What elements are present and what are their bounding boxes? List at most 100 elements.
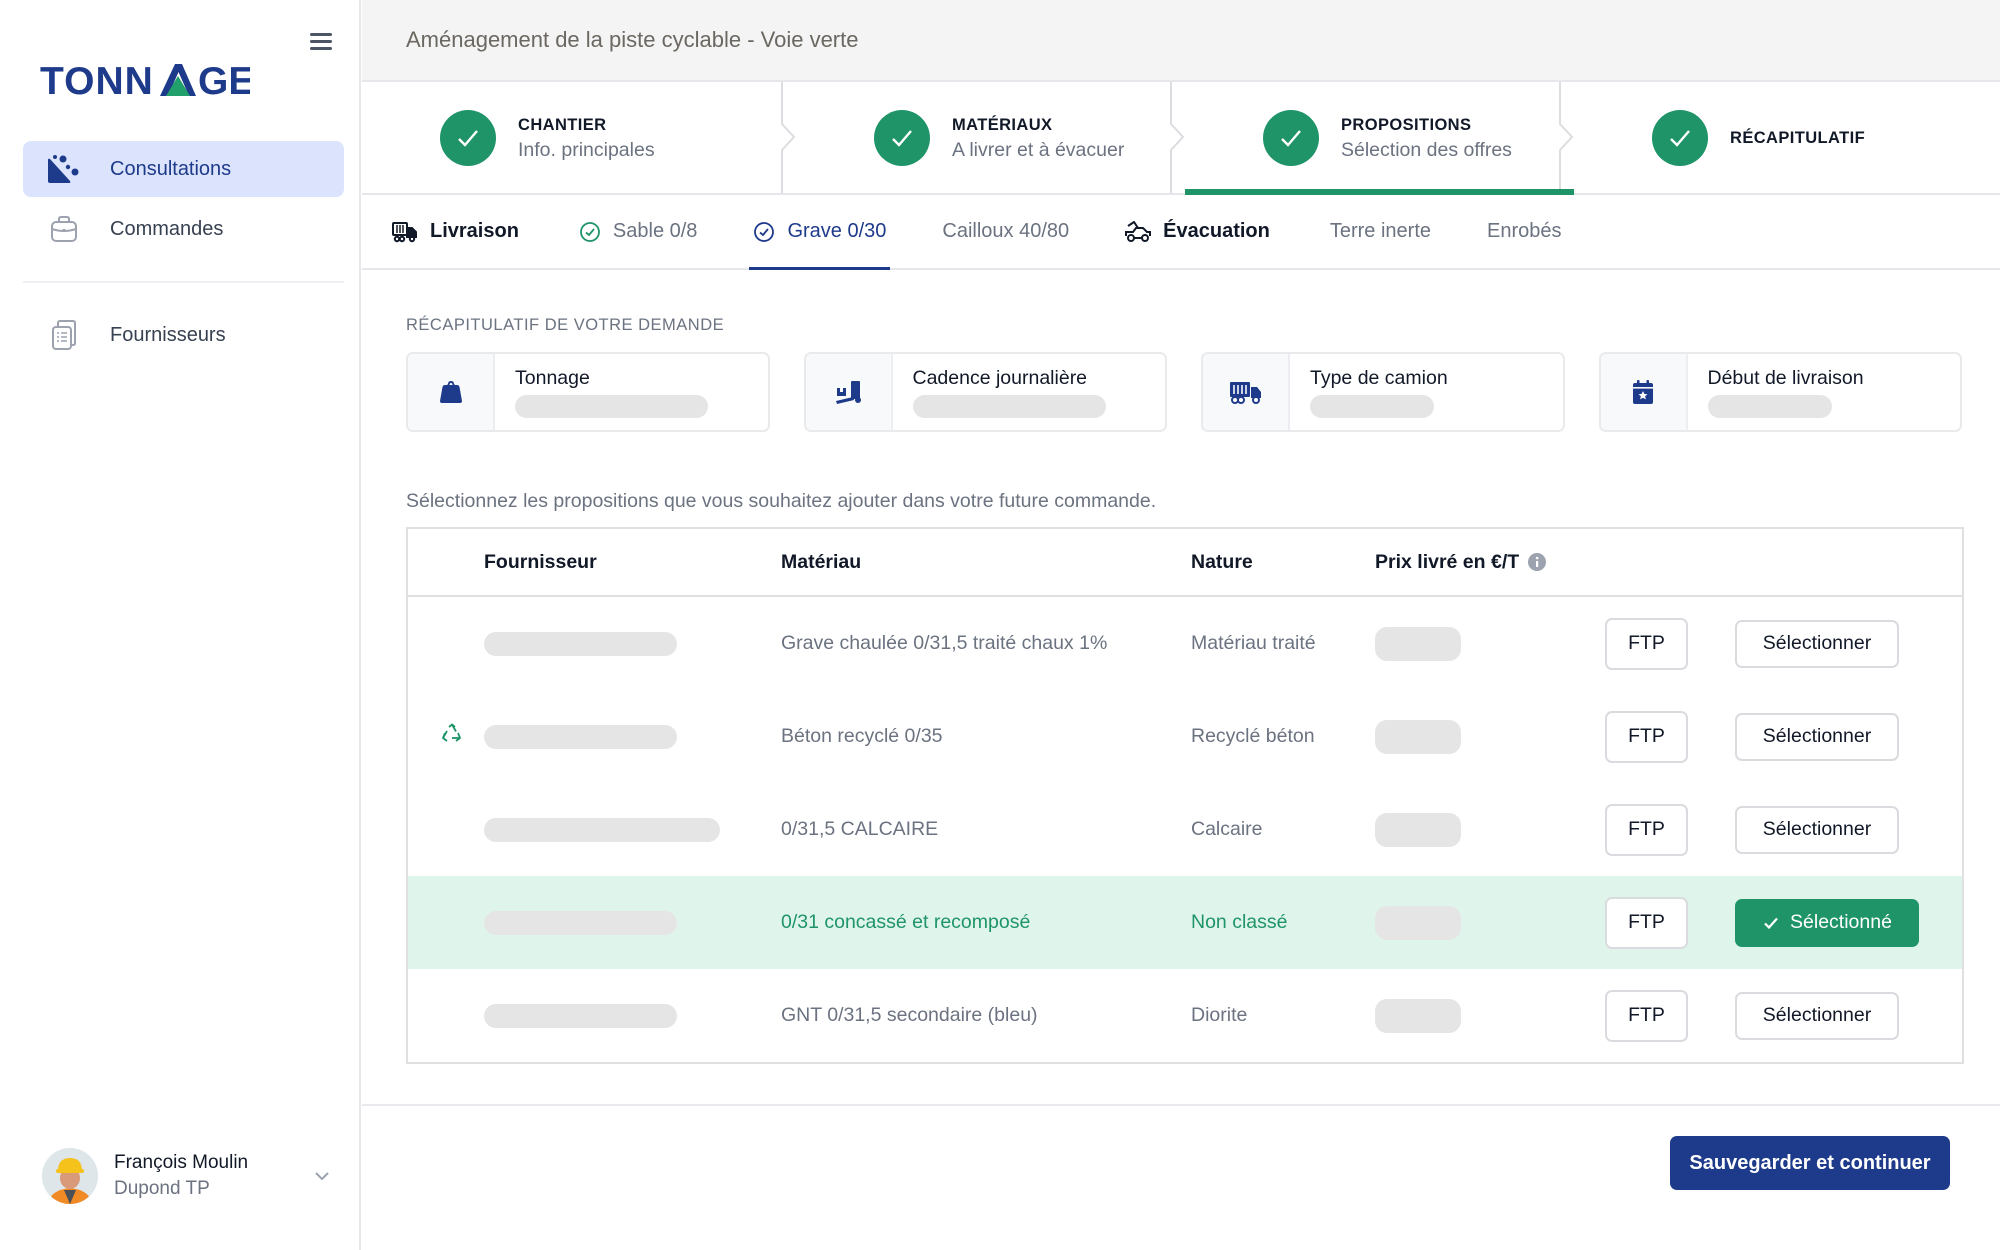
calendar-star-icon: [1600, 354, 1688, 430]
column-header-price: Prix livré en €/T: [1375, 551, 1605, 574]
tab-label: Évacuation: [1163, 220, 1270, 242]
sidebar-item-fournisseurs[interactable]: Fournisseurs: [23, 307, 344, 363]
summary-label: RÉCAPITULATIF DE VOTRE DEMANDE: [406, 316, 725, 334]
value-placeholder: [515, 395, 708, 418]
step-separator: [1170, 82, 1185, 193]
svg-text:GE: GE: [198, 60, 250, 100]
step-title: MATÉRIAUX: [952, 115, 1053, 134]
column-header-material: Matériau: [781, 550, 862, 573]
select-button[interactable]: Sélectionner: [1735, 712, 1899, 761]
tab-label: Grave 0/30: [787, 220, 887, 242]
check-icon: [1263, 109, 1319, 166]
material-cell: 0/31 concassé et recomposé: [781, 911, 1031, 933]
ftp-button[interactable]: FTP: [1605, 989, 1688, 1042]
user-menu[interactable]: François Moulin Dupond TP: [42, 1148, 332, 1204]
card-label: Début de livraison: [1707, 367, 1864, 389]
main-content: Aménagement de la piste cyclable - Voie …: [362, 0, 2000, 1250]
step-separator: [1559, 82, 1574, 193]
ftp-button[interactable]: FTP: [1605, 896, 1688, 949]
column-header-price-label: Prix livré en €/T: [1375, 550, 1520, 573]
table-row: 0/31,5 CALCAIRE Calcaire FTP Sélectionne…: [408, 783, 1962, 876]
tab-terre-inerte[interactable]: Terre inerte: [1326, 195, 1435, 268]
price-placeholder: [1375, 719, 1461, 754]
chevron-down-icon[interactable]: [312, 1166, 332, 1186]
menu-toggle-icon[interactable]: [308, 30, 334, 52]
briefcase-icon: [47, 212, 81, 246]
proposals-section: RÉCAPITULATIF DE VOTRE DEMANDE Tonnage C…: [362, 316, 2000, 1064]
step-materiaux[interactable]: MATÉRIAUX A livrer et à évacuer: [796, 82, 1185, 193]
footer: Sauvegarder et continuer: [362, 1104, 2000, 1250]
price-placeholder: [1375, 905, 1461, 940]
tab-evacuation: Évacuation: [1121, 195, 1274, 268]
card-label: Cadence journalière: [912, 367, 1088, 389]
sidebar-item-label: Commandes: [110, 217, 224, 240]
step-title: RÉCAPITULATIF: [1730, 128, 1866, 147]
summary-card-truck-type: Type de camion: [1201, 352, 1565, 432]
tab-label: Enrobés: [1487, 220, 1562, 242]
supplier-placeholder: [484, 724, 677, 749]
logo[interactable]: TONN GE: [40, 60, 254, 103]
sidebar: TONN GE Consultations Commandes Fourniss…: [0, 0, 361, 1250]
step-subtitle: Sélection des offres: [1341, 138, 1512, 161]
tab-sable[interactable]: Sable 0/8: [575, 195, 702, 268]
table-row: GNT 0/31,5 secondaire (bleu) Diorite FTP…: [408, 969, 1962, 1062]
weight-icon: [408, 354, 495, 430]
column-header-supplier: Fournisseur: [484, 550, 597, 573]
info-icon[interactable]: [1527, 552, 1547, 572]
delivery-truck-icon: [392, 221, 418, 243]
supplier-placeholder: [484, 817, 720, 842]
truck-icon: [1203, 354, 1290, 430]
sidebar-item-label: Consultations: [110, 157, 232, 180]
tab-enrobes[interactable]: Enrobés: [1483, 195, 1566, 268]
selected-button[interactable]: Sélectionné: [1735, 898, 1919, 947]
ftp-button[interactable]: FTP: [1605, 617, 1688, 670]
check-icon: [1764, 917, 1778, 929]
sidebar-nav: Consultations Commandes Fournisseurs: [23, 141, 344, 367]
table-row-selected: 0/31 concassé et recomposé Non classé FT…: [408, 876, 1962, 969]
material-cell: 0/31,5 CALCAIRE: [781, 818, 939, 840]
ftp-button[interactable]: FTP: [1605, 803, 1688, 856]
supplier-placeholder: [484, 910, 677, 935]
value-placeholder: [1310, 395, 1434, 418]
sidebar-item-commandes[interactable]: Commandes: [23, 201, 344, 257]
tab-label: Livraison: [430, 220, 519, 242]
supplier-placeholder: [484, 631, 677, 656]
value-placeholder: [1707, 395, 1832, 418]
summary-card-tonnage: Tonnage: [406, 352, 770, 432]
select-button[interactable]: Sélectionner: [1735, 991, 1899, 1040]
nature-cell: Diorite: [1191, 1004, 1248, 1026]
price-placeholder: [1375, 998, 1461, 1033]
check-icon: [1652, 109, 1708, 166]
table-row: Béton recyclé 0/35 Recyclé béton FTP Sél…: [408, 690, 1962, 783]
sidebar-divider: [23, 281, 344, 283]
summary-card-cadence: Cadence journalière: [803, 352, 1167, 432]
step-recapitulatif[interactable]: RÉCAPITULATIF: [1574, 82, 1963, 193]
check-circle-icon: [753, 221, 775, 243]
tab-grave[interactable]: Grave 0/30: [749, 195, 891, 270]
svg-text:TONN: TONN: [40, 60, 154, 100]
consultations-icon: [47, 152, 81, 186]
step-subtitle: A livrer et à évacuer: [952, 138, 1125, 161]
save-and-continue-button[interactable]: Sauvegarder et continuer: [1670, 1136, 1950, 1190]
select-button[interactable]: Sélectionner: [1735, 805, 1899, 854]
avatar: [42, 1148, 98, 1204]
tab-label: Terre inerte: [1329, 220, 1431, 242]
selected-label: Sélectionné: [1790, 911, 1892, 933]
sidebar-item-consultations[interactable]: Consultations: [23, 141, 344, 197]
step-subtitle: Info. principales: [518, 138, 655, 161]
sidebar-item-label: Fournisseurs: [110, 323, 226, 346]
step-chantier[interactable]: CHANTIER Info. principales: [362, 82, 796, 193]
stepper: CHANTIER Info. principales MATÉRIAUX A l…: [362, 82, 2000, 195]
material-cell: GNT 0/31,5 secondaire (bleu): [781, 1004, 1038, 1026]
step-title: CHANTIER: [518, 115, 607, 134]
card-label: Type de camion: [1310, 367, 1448, 389]
material-cell: Béton recyclé 0/35: [781, 725, 943, 747]
ftp-button[interactable]: FTP: [1605, 710, 1688, 763]
tab-cailloux[interactable]: Cailloux 40/80: [938, 195, 1073, 268]
select-button[interactable]: Sélectionner: [1735, 619, 1899, 668]
step-propositions[interactable]: PROPOSITIONS Sélection des offres: [1185, 82, 1574, 195]
user-company: Dupond TP: [114, 1178, 210, 1199]
nature-cell: Recyclé béton: [1191, 725, 1315, 747]
supplier-placeholder: [484, 1003, 677, 1028]
table-header: Fournisseur Matériau Nature Prix livré e…: [408, 529, 1962, 597]
